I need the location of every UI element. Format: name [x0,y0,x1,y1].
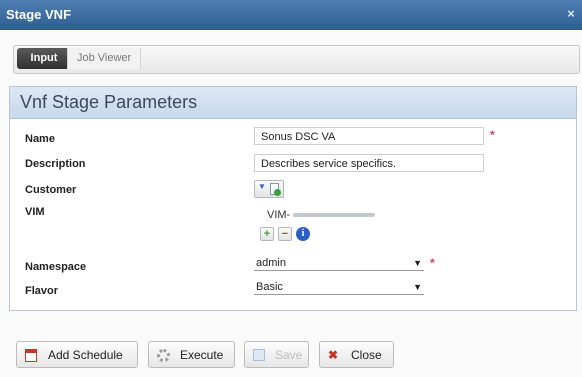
calendar-icon [25,349,37,362]
name-label: Name [25,133,55,145]
close-button[interactable]: ✖ Close [319,341,394,368]
customer-picker[interactable]: ▼ [254,180,284,198]
close-label: Close [351,348,382,362]
plus-icon: + [263,228,271,240]
flavor-label: Flavor [25,285,59,297]
chevron-down-icon: ▼ [258,182,266,191]
save-label: Save [275,348,303,362]
remove-vim-button[interactable]: − [278,227,292,241]
description-label: Description [25,158,86,170]
namespace-value: admin [256,257,286,269]
required-marker-icon: * [430,256,435,270]
required-marker-icon: * [490,128,495,142]
close-icon: ✖ [328,348,339,362]
save-button[interactable]: Save [244,341,309,368]
vim-redacted-text [293,213,375,217]
tab-bar: Input Job Viewer [13,45,580,74]
panel-header: Vnf Stage Parameters [10,87,576,119]
customer-label: Customer [25,184,77,196]
flavor-value: Basic [256,281,283,293]
namespace-select[interactable]: admin ▼ [254,255,424,271]
chevron-down-icon: ▼ [413,282,422,292]
execute-label: Execute [180,348,224,362]
dialog-titlebar: Stage VNF × [0,0,582,30]
vim-value: VIM- [267,209,291,221]
info-icon[interactable]: i [296,227,310,241]
flavor-select[interactable]: Basic ▼ [254,279,424,295]
add-badge-icon [274,189,281,196]
execute-button[interactable]: Execute [148,341,235,368]
panel-title: Vnf Stage Parameters [20,92,198,112]
chevron-down-icon: ▼ [413,258,422,268]
namespace-label: Namespace [25,261,87,273]
gear-icon [157,349,170,362]
tab-job-viewer[interactable]: Job Viewer [67,48,142,69]
tab-input[interactable]: Input [17,48,71,69]
add-vim-button[interactable]: + [260,227,274,241]
add-schedule-button[interactable]: Add Schedule [16,341,138,368]
name-field[interactable]: Sonus DSC VA [254,127,484,145]
vnf-stage-parameters-panel: Vnf Stage Parameters Name Sonus DSC VA *… [9,86,577,311]
close-icon[interactable]: × [564,6,578,22]
minus-icon: − [281,228,289,240]
vim-label: VIM [25,206,45,218]
add-schedule-label: Add Schedule [48,348,123,362]
dialog-title: Stage VNF [6,7,72,22]
stage-vnf-dialog: Stage VNF × Input Job Viewer Vnf Stage P… [0,0,582,377]
description-field[interactable]: Describes service specifics. [254,154,484,172]
save-icon [253,349,265,361]
